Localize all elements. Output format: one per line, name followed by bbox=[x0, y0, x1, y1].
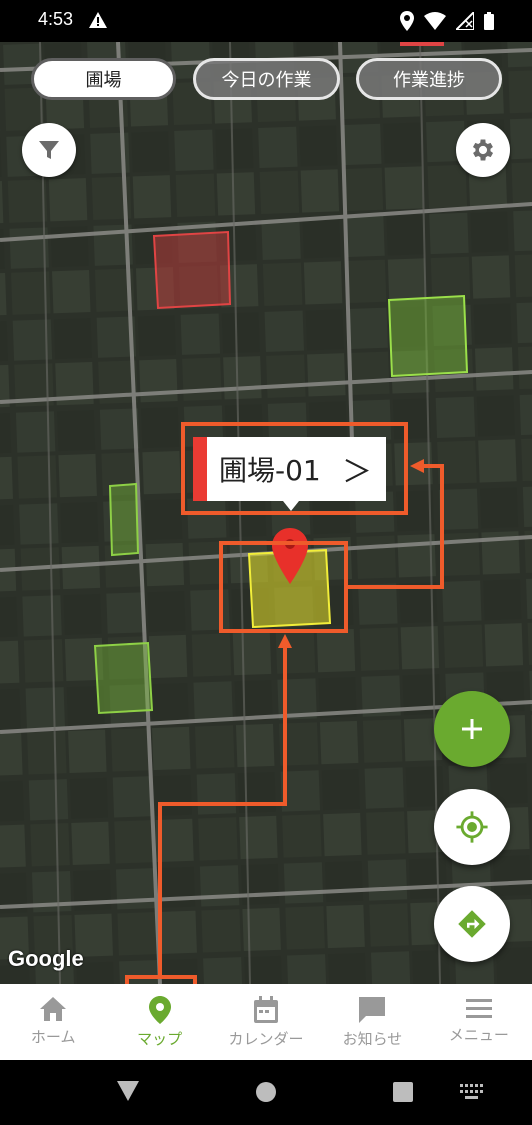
home-icon bbox=[40, 997, 67, 1021]
home-system-icon[interactable] bbox=[256, 1082, 276, 1102]
nav-label-menu: メニュー bbox=[448, 1026, 509, 1044]
back-icon[interactable] bbox=[117, 1081, 139, 1101]
nav-item-menu[interactable]: メニュー bbox=[426, 984, 532, 1060]
nav-label-notifications: お知らせ bbox=[342, 1030, 403, 1048]
nav-item-map[interactable]: マップ bbox=[106, 984, 212, 1060]
keyboard-icon[interactable] bbox=[460, 1084, 484, 1100]
annotation-arrows bbox=[158, 459, 444, 975]
map-pin-icon bbox=[148, 996, 171, 1024]
nav-label-calendar: カレンダー bbox=[228, 1030, 304, 1048]
nav-label-map: マップ bbox=[137, 1030, 183, 1048]
recents-icon[interactable] bbox=[393, 1082, 413, 1102]
calendar-icon bbox=[254, 996, 279, 1023]
nav-label-home: ホーム bbox=[30, 1028, 76, 1046]
menu-icon bbox=[465, 999, 492, 1018]
nav-item-home[interactable]: ホーム bbox=[0, 984, 106, 1060]
nav-item-calendar[interactable]: カレンダー bbox=[213, 984, 319, 1060]
bottom-nav: ホーム マップ カレンダー お知らせ メニュー bbox=[0, 984, 532, 1060]
nav-item-notifications[interactable]: お知らせ bbox=[319, 984, 425, 1060]
message-icon bbox=[359, 997, 386, 1023]
system-nav-bar bbox=[0, 1060, 532, 1125]
